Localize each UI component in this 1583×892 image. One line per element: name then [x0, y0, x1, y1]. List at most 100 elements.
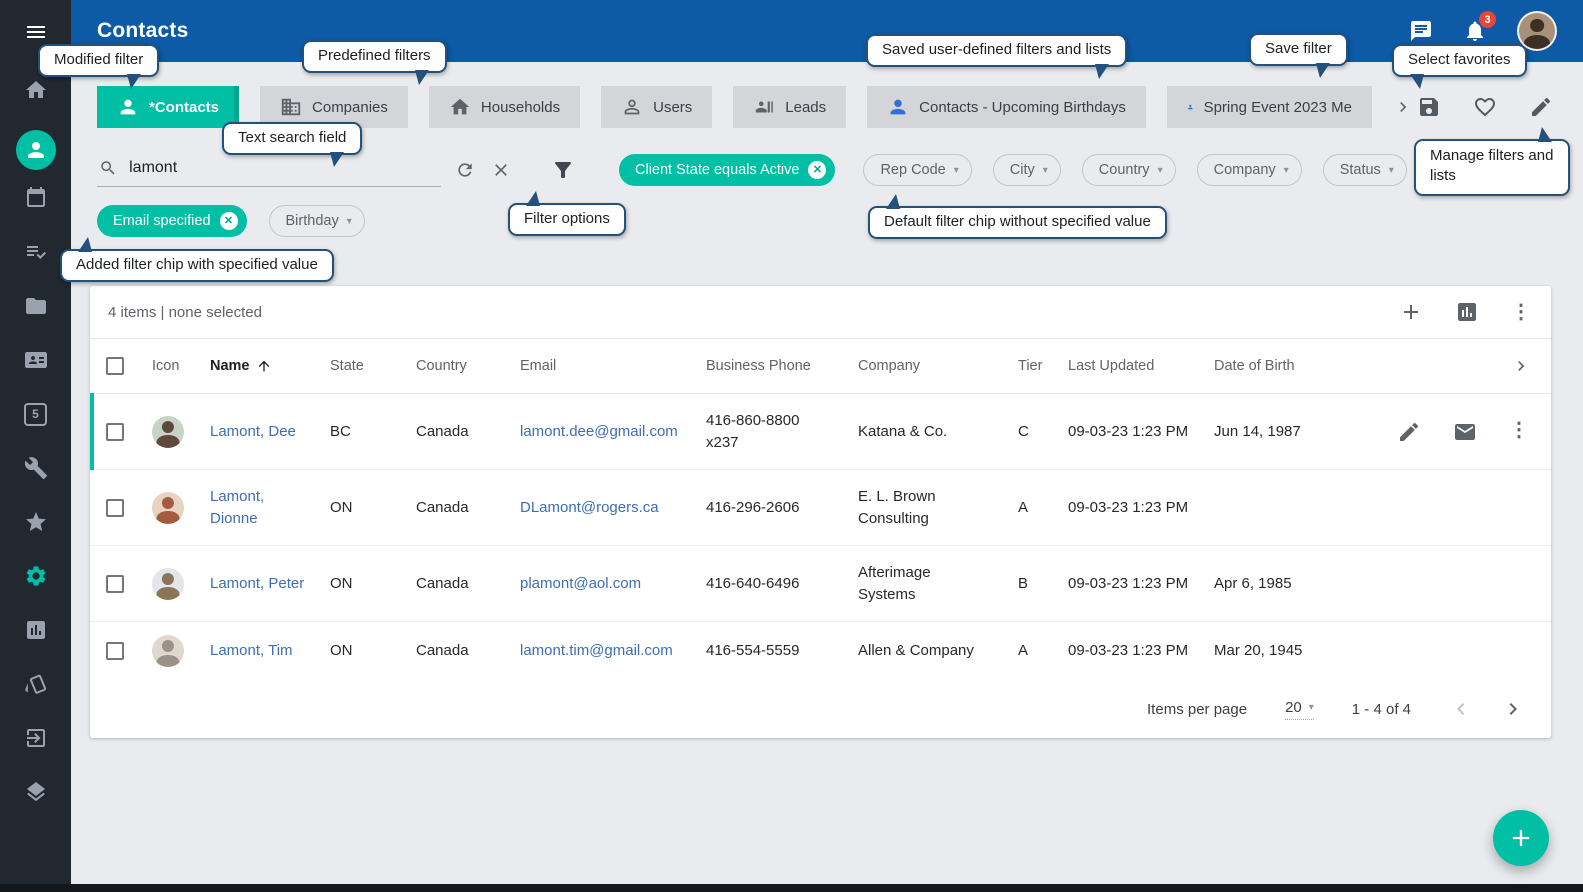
- tags-icon[interactable]: [16, 670, 56, 698]
- tab-scroll-right-icon[interactable]: [1393, 86, 1413, 128]
- folder-icon[interactable]: [16, 292, 56, 320]
- table-row[interactable]: Lamont, Dee BC Canada lamont.dee@gmail.c…: [90, 394, 1551, 470]
- table-row[interactable]: Lamont, Tim ON Canada lamont.tim@gmail.c…: [90, 622, 1551, 680]
- chevron-down-icon: ▾: [1389, 165, 1394, 176]
- column-header-company[interactable]: Company: [858, 358, 1018, 374]
- email-link[interactable]: lamont.tim@gmail.com: [520, 640, 706, 662]
- tab-label: Leads: [785, 99, 826, 116]
- contact-name-link[interactable]: Lamont, Peter: [210, 573, 330, 595]
- dob-cell: Mar 20, 1945: [1214, 640, 1364, 662]
- chip-label: Status: [1340, 162, 1381, 178]
- table-row[interactable]: Lamont, Dionne ON Canada DLamont@rogers.…: [90, 470, 1551, 546]
- column-header-state[interactable]: State: [330, 358, 416, 374]
- table-header-row: Icon Name State Country Email Business P…: [90, 338, 1551, 394]
- chip-label: Birthday: [286, 213, 339, 229]
- send-email-icon[interactable]: [1453, 420, 1477, 444]
- select-all-checkbox[interactable]: [106, 357, 124, 375]
- items-per-page-select[interactable]: 20 ▾: [1285, 699, 1314, 720]
- building-icon: [280, 96, 302, 118]
- tools-icon[interactable]: [16, 454, 56, 482]
- sales-icon[interactable]: 5: [16, 400, 56, 428]
- home-icon[interactable]: [16, 76, 56, 104]
- search-input[interactable]: [127, 158, 439, 178]
- contacts-table-card: 4 items | none selected ⋮ Icon Name: [90, 286, 1551, 738]
- edit-pencil-icon[interactable]: [1397, 420, 1421, 444]
- settings-gear-icon[interactable]: [16, 562, 56, 590]
- tier-cell: C: [1018, 421, 1068, 443]
- sign-out-icon[interactable]: [16, 724, 56, 752]
- row-checkbox[interactable]: [106, 423, 124, 441]
- table-row[interactable]: Lamont, Peter ON Canada plamont@aol.com …: [90, 546, 1551, 622]
- filter-chip-rep-code[interactable]: Rep Code ▾: [863, 154, 971, 186]
- add-contact-fab[interactable]: [1493, 810, 1549, 866]
- column-header-country[interactable]: Country: [416, 358, 520, 374]
- notifications-bell-icon[interactable]: 3: [1463, 19, 1487, 43]
- tab-upcoming-birthdays[interactable]: Contacts - Upcoming Birthdays: [867, 86, 1146, 128]
- column-header-tier[interactable]: Tier: [1018, 358, 1068, 374]
- phone-cell: 416-554-5559: [706, 640, 858, 662]
- search-icon: [99, 158, 117, 178]
- row-checkbox[interactable]: [106, 575, 124, 593]
- email-link[interactable]: lamont.dee@gmail.com: [520, 421, 706, 443]
- contact-name-link[interactable]: Lamont, Dee: [210, 421, 330, 443]
- manage-filters-pencil-icon[interactable]: [1529, 95, 1553, 119]
- tab-spring-event[interactable]: Spring Event 2023 Me: [1167, 86, 1372, 128]
- tier-cell: A: [1018, 640, 1068, 662]
- previous-page-icon[interactable]: [1449, 697, 1473, 721]
- table-menu-kebab-icon[interactable]: ⋮: [1511, 302, 1531, 322]
- save-filter-icon[interactable]: [1417, 95, 1441, 119]
- add-column-icon[interactable]: [1399, 300, 1423, 324]
- row-menu-kebab-icon[interactable]: ⋮: [1509, 420, 1529, 444]
- calendar-icon[interactable]: [16, 184, 56, 212]
- chat-icon[interactable]: [1409, 19, 1433, 43]
- row-checkbox[interactable]: [106, 642, 124, 660]
- tab-households[interactable]: Households: [429, 86, 580, 128]
- column-header-dob[interactable]: Date of Birth: [1214, 358, 1364, 374]
- expand-columns-chevron-icon[interactable]: [1364, 356, 1531, 376]
- tab-label: Users: [653, 99, 692, 116]
- tab-users[interactable]: Users: [601, 86, 712, 128]
- remove-chip-icon[interactable]: ✕: [220, 212, 238, 230]
- filter-chip-birthday[interactable]: Birthday ▾: [269, 205, 365, 237]
- refresh-icon[interactable]: [455, 160, 475, 180]
- filter-chip-company[interactable]: Company ▾: [1197, 154, 1302, 186]
- next-page-icon[interactable]: [1501, 697, 1525, 721]
- column-header-phone[interactable]: Business Phone: [706, 358, 858, 374]
- email-link[interactable]: plamont@aol.com: [520, 573, 706, 595]
- filter-chip-status[interactable]: Status ▾: [1323, 154, 1407, 186]
- callout-save-filter: Save filter: [1249, 33, 1348, 66]
- items-per-page-label: Items per page: [1147, 701, 1247, 718]
- tab-label: Companies: [312, 99, 388, 116]
- tasks-icon[interactable]: [16, 238, 56, 266]
- pagination-bar: Items per page 20 ▾ 1 - 4 of 4: [90, 680, 1551, 738]
- column-header-icon[interactable]: Icon: [152, 358, 210, 374]
- chip-label: Email specified: [113, 213, 211, 229]
- layers-icon[interactable]: [16, 778, 56, 806]
- remove-chip-icon[interactable]: ✕: [808, 161, 826, 179]
- filter-chip-client-state[interactable]: Client State equals Active ✕: [619, 154, 835, 186]
- column-header-email[interactable]: Email: [520, 358, 706, 374]
- column-setup-chart-icon[interactable]: [1455, 300, 1479, 324]
- filter-chip-city[interactable]: City ▾: [993, 154, 1061, 186]
- favorites-heart-icon[interactable]: [1473, 95, 1497, 119]
- state-cell: ON: [330, 640, 416, 662]
- filter-options-funnel-icon[interactable]: [551, 158, 575, 182]
- filter-chip-email-specified[interactable]: Email specified ✕: [97, 205, 247, 237]
- last-updated-cell: 09-03-23 1:23 PM: [1068, 573, 1214, 595]
- contact-name-link[interactable]: Lamont, Dionne: [210, 486, 330, 530]
- favorites-star-icon[interactable]: [16, 508, 56, 536]
- clear-search-icon[interactable]: [491, 160, 511, 180]
- column-header-last-updated[interactable]: Last Updated: [1068, 358, 1214, 374]
- callout-text-search-field: Text search field: [222, 122, 362, 155]
- column-header-name[interactable]: Name: [210, 358, 330, 374]
- contact-name-link[interactable]: Lamont, Tim: [210, 640, 330, 662]
- row-checkbox[interactable]: [106, 499, 124, 517]
- contacts-module-icon[interactable]: [16, 130, 56, 170]
- email-link[interactable]: DLamont@rogers.ca: [520, 497, 706, 519]
- reports-chart-icon[interactable]: [16, 616, 56, 644]
- tab-contacts[interactable]: *Contacts: [97, 86, 239, 128]
- tab-leads[interactable]: Leads: [733, 86, 846, 128]
- address-book-icon[interactable]: [16, 346, 56, 374]
- menu-icon[interactable]: [16, 18, 56, 46]
- filter-chip-country[interactable]: Country ▾: [1082, 154, 1176, 186]
